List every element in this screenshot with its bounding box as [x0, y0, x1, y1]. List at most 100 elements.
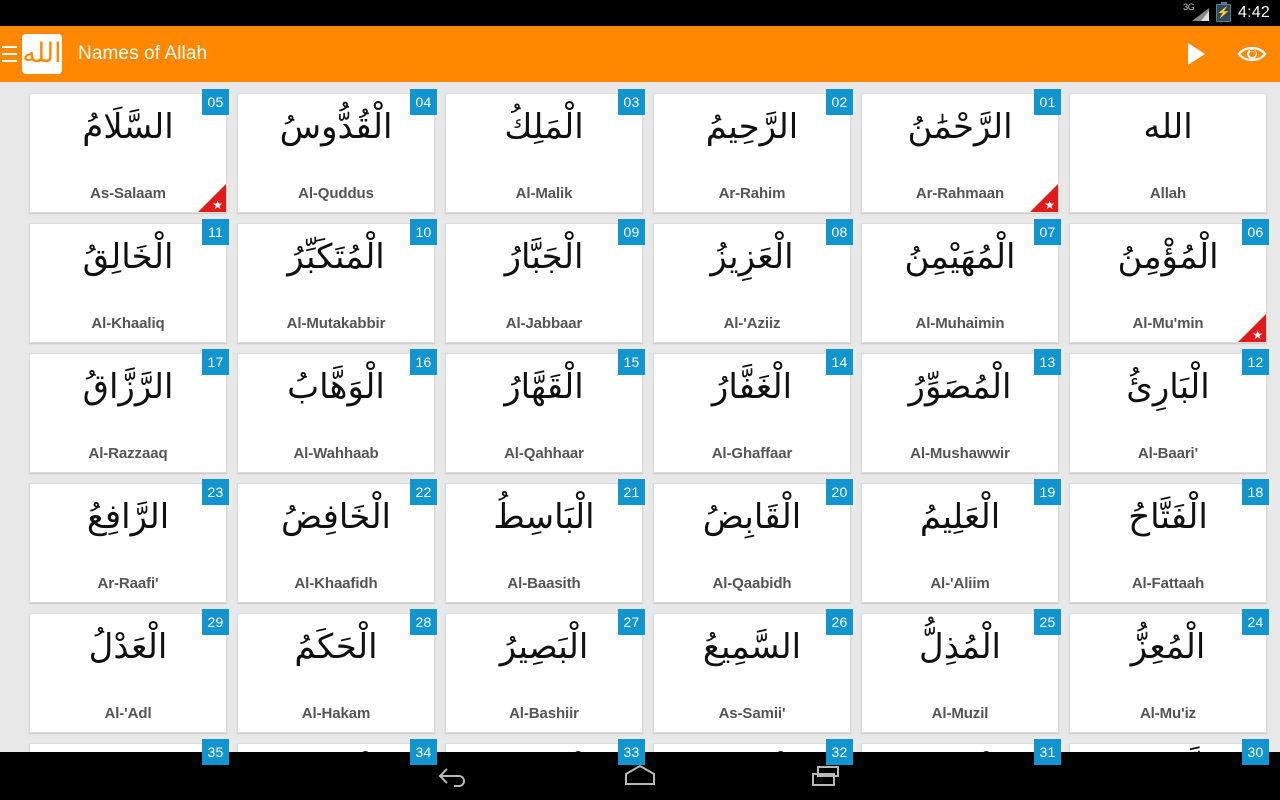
name-card[interactable]: الْبَارِئُ Al-Baari' 12 — [1069, 349, 1269, 473]
arabic-name: الْوَهَّابُ — [287, 367, 385, 407]
transliterated-name: Al-Muzil — [931, 705, 989, 722]
transliterated-name: Al-Quddus — [298, 185, 374, 202]
names-grid-scroll-area[interactable]: الله Allah الرَّحْمَٰنُ Ar-Rahmaan ★ 01 الرَّح… — [0, 82, 1280, 800]
hamburger-line — [2, 53, 17, 55]
name-number-badge: 25 — [1034, 609, 1061, 635]
name-card[interactable]: الْفَتَّاحُ Al-Fattaah 18 — [1069, 479, 1269, 603]
transliterated-name: Al-Qaabidh — [712, 575, 792, 592]
name-number-badge: 28 — [410, 609, 437, 635]
allah-calligraphy-logo[interactable]: الله — [22, 34, 62, 74]
name-card[interactable]: الْمُذِلُّ Al-Muzil 25 — [861, 609, 1061, 733]
transliterated-name: Al-Baari' — [1137, 445, 1199, 462]
name-card[interactable]: الْقُدُّوسُ Al-Quddus 04 — [237, 89, 437, 213]
name-card[interactable]: الْقَهَّارُ Al-Qahhaar 15 — [445, 349, 645, 473]
name-card-content: الْخَافِضُ Al-Khaafidh — [238, 484, 434, 602]
name-card[interactable]: الرَّحْمَٰنُ Ar-Rahmaan ★ 01 — [861, 89, 1061, 213]
name-card[interactable]: الْعَلِيمُ Al-'Aliim 19 — [861, 479, 1061, 603]
name-card-content: الْمُهَيْمِنُ Al-Muhaimin — [862, 224, 1058, 342]
arabic-name: السَّمِيعُ — [702, 627, 802, 667]
transliterated-name: Al-Mutakabbir — [286, 315, 386, 332]
name-number-badge: 35 — [202, 739, 229, 765]
arabic-name: الْمُؤْمِنُ — [1117, 237, 1219, 277]
name-card[interactable]: الْمُؤْمِنُ Al-Mu'min ★ 06 — [1069, 219, 1269, 343]
name-card-content: السَّمِيعُ As-Samii' — [654, 614, 850, 732]
name-number-badge: 16 — [410, 349, 437, 375]
arabic-name: الْحَكَمُ — [294, 627, 378, 667]
name-number-badge: 23 — [202, 479, 229, 505]
arabic-name: الْقَابِضُ — [702, 497, 802, 537]
arabic-name: الْعَزِيزُ — [710, 237, 794, 277]
play-icon — [1187, 43, 1205, 65]
hamburger-menu-icon[interactable] — [0, 46, 20, 62]
arabic-name: الله — [1143, 107, 1193, 147]
name-card-content: الْعَلِيمُ Al-'Aliim — [862, 484, 1058, 602]
arabic-name: الرَّحْمَٰنُ — [907, 107, 1013, 147]
transliterated-name: Al-Jabbaar — [505, 315, 583, 332]
transliterated-name: Al-Mu'min — [1132, 315, 1204, 332]
name-card-content: الْقَابِضُ Al-Qaabidh — [654, 484, 850, 602]
arabic-name: الْمُذِلُّ — [918, 627, 1001, 667]
name-number-badge: 15 — [618, 349, 645, 375]
name-card-content: الْمُعِزُّ Al-Mu'iz — [1070, 614, 1266, 732]
name-card[interactable]: السَّمِيعُ As-Samii' 26 — [653, 609, 853, 733]
name-card-content: الْجَبَّارُ Al-Jabbaar — [446, 224, 642, 342]
name-card-content: الْمُتَكَبِّرُ Al-Mutakabbir — [238, 224, 434, 342]
name-card[interactable]: الله Allah — [1069, 93, 1267, 213]
view-toggle-button[interactable] — [1224, 26, 1280, 82]
name-card[interactable]: الْجَبَّارُ Al-Jabbaar 09 — [445, 219, 645, 343]
play-button[interactable] — [1168, 26, 1224, 82]
name-card-content: الْبَارِئُ Al-Baari' — [1070, 354, 1266, 472]
name-card[interactable]: الْمُتَكَبِّرُ Al-Mutakabbir 10 — [237, 219, 437, 343]
name-number-badge: 24 — [1242, 609, 1269, 635]
name-card-content: الرَّزَّاقُ Al-Razzaaq — [30, 354, 226, 472]
name-number-badge: 10 — [410, 219, 437, 245]
name-number-badge: 19 — [1034, 479, 1061, 505]
transliterated-name: Al-Khaaliq — [91, 315, 165, 332]
arabic-name: الْفَتَّاحُ — [1128, 497, 1208, 537]
transliterated-name: Al-'Adl — [104, 705, 152, 722]
transliterated-name: Al-Malik — [515, 185, 573, 202]
arabic-name: الرَّزَّاقُ — [82, 367, 174, 407]
transliterated-name: Al-Qahhaar — [504, 445, 584, 462]
transliterated-name: Al-'Aliim — [930, 575, 990, 592]
name-card[interactable]: الرَّافِعُ Ar-Raafi' 23 — [29, 479, 229, 603]
name-number-badge: 08 — [826, 219, 853, 245]
name-number-badge: 11 — [202, 219, 229, 245]
name-card[interactable]: الْقَابِضُ Al-Qaabidh 20 — [653, 479, 853, 603]
arabic-name: الْجَبَّارُ — [504, 237, 584, 277]
arabic-name: الْمُتَكَبِّرُ — [287, 237, 385, 277]
name-card[interactable]: الْعَدْلُ Al-'Adl 29 — [29, 609, 229, 733]
name-card[interactable]: الْبَصِيرُ Al-Bashiir 27 — [445, 609, 645, 733]
name-card[interactable]: الْمُصَوِّرُ Al-Mushawwir 13 — [861, 349, 1061, 473]
transliterated-name: Al-'Aziiz — [723, 315, 781, 332]
name-card[interactable]: السَّلَامُ As-Salaam ★ 05 — [29, 89, 229, 213]
name-card[interactable]: الْبَاسِطُ Al-Baasith 21 — [445, 479, 645, 603]
transliterated-name: Allah — [1149, 185, 1187, 202]
transliterated-name: Al-Baasith — [507, 575, 581, 592]
name-card[interactable]: الْخَالِقُ Al-Khaaliq 11 — [29, 219, 229, 343]
name-card-content: الرَّحْمَٰنُ Ar-Rahmaan ★ — [862, 94, 1058, 212]
status-bar-right: 3G ⚡ 4:42 — [1183, 2, 1270, 22]
transliterated-name: Al-Hakam — [301, 705, 371, 722]
name-card[interactable]: الْخَافِضُ Al-Khaafidh 22 — [237, 479, 437, 603]
name-card[interactable]: الرَّزَّاقُ Al-Razzaaq 17 — [29, 349, 229, 473]
name-number-badge: 02 — [826, 89, 853, 115]
name-card[interactable]: الرَّحِيمُ Ar-Rahim 02 — [653, 89, 853, 213]
name-card[interactable]: الْعَزِيزُ Al-'Aziiz 08 — [653, 219, 853, 343]
arabic-name: الْقُدُّوسُ — [279, 107, 393, 147]
name-card[interactable]: الْمَلِكُ Al-Malik 03 — [445, 89, 645, 213]
name-number-badge: 05 — [202, 89, 229, 115]
transliterated-name: Al-Fattaah — [1131, 575, 1205, 592]
name-card[interactable]: الْوَهَّابُ Al-Wahhaab 16 — [237, 349, 437, 473]
arabic-name: الرَّافِعُ — [86, 497, 170, 537]
name-card[interactable]: الْمُعِزُّ Al-Mu'iz 24 — [1069, 609, 1269, 733]
transliterated-name: Al-Muhaimin — [915, 315, 1005, 332]
name-card[interactable]: الْحَكَمُ Al-Hakam 28 — [237, 609, 437, 733]
name-card-content: الْمُصَوِّرُ Al-Mushawwir — [862, 354, 1058, 472]
name-card[interactable]: الْغَفَّارُ Al-Ghaffaar 14 — [653, 349, 853, 473]
name-number-badge: 22 — [410, 479, 437, 505]
name-card[interactable]: الْمُهَيْمِنُ Al-Muhaimin 07 — [861, 219, 1061, 343]
arabic-name: الْغَفَّارُ — [711, 367, 793, 407]
name-number-badge: 12 — [1242, 349, 1269, 375]
action-bar: الله Names of Allah — [0, 26, 1280, 82]
